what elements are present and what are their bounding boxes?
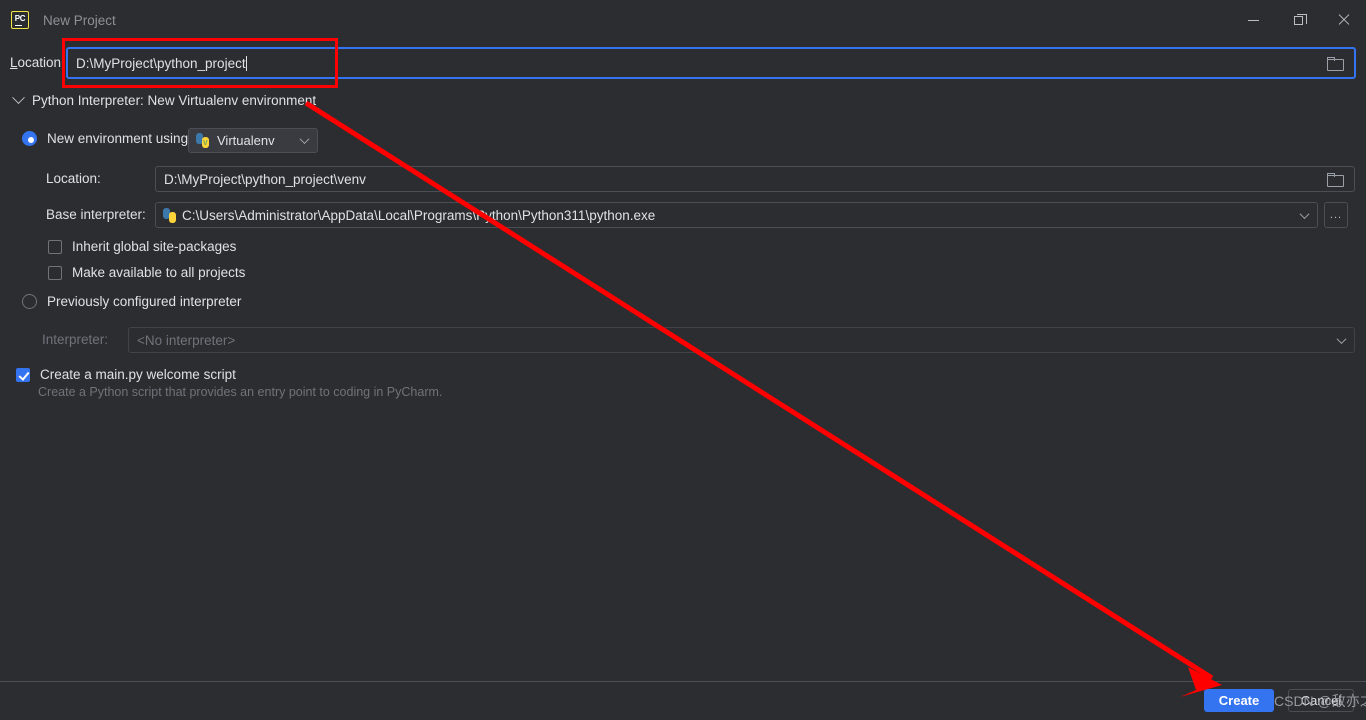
inherit-site-packages-label: Inherit global site-packages (72, 239, 237, 254)
close-icon (1338, 14, 1350, 26)
interpreter-section-title: Python Interpreter: New Virtualenv envir… (32, 93, 317, 108)
interpreter-label: Interpreter: (42, 332, 109, 347)
venv-location-input[interactable]: D:\MyProject\python_project\venv (155, 166, 1355, 192)
chevron-down-icon (1299, 208, 1310, 219)
new-project-dialog: PC New Project Location D:\MyProject\pyt… (0, 0, 1366, 720)
base-interpreter-label: Base interpreter: (46, 207, 146, 222)
location-value: D:\MyProject\python_project (76, 55, 246, 71)
pycharm-logo-icon: PC (11, 11, 29, 29)
new-environment-radio[interactable] (22, 131, 37, 146)
previous-interpreter-radio[interactable] (22, 294, 37, 309)
interpreter-select[interactable]: <No interpreter> (128, 327, 1355, 353)
base-interpreter-browse-button[interactable]: ... (1324, 202, 1348, 228)
restore-icon (1294, 13, 1307, 25)
create-main-script-row[interactable]: Create a main.py welcome script (16, 367, 236, 382)
python-virtualenv-icon: V (195, 133, 210, 148)
close-button[interactable] (1321, 0, 1366, 40)
venv-location-label: Location: (46, 171, 101, 186)
chevron-down-icon (299, 134, 310, 145)
create-main-script-checkbox[interactable] (16, 367, 30, 382)
create-button[interactable]: Create (1204, 689, 1274, 712)
environment-type-value: Virtualenv (217, 133, 275, 148)
location-input[interactable]: D:\MyProject\python_project (66, 47, 1356, 79)
maximize-button[interactable] (1276, 0, 1321, 40)
previous-interpreter-radio-row[interactable]: Previously configured interpreter (22, 294, 241, 309)
create-main-script-label: Create a main.py welcome script (40, 367, 236, 382)
previous-interpreter-label: Previously configured interpreter (47, 294, 242, 309)
folder-icon[interactable] (1327, 57, 1344, 71)
annotation-arrow (304, 100, 1222, 697)
base-interpreter-select[interactable]: C:\Users\Administrator\AppData\Local\Pro… (155, 202, 1318, 228)
cancel-button[interactable]: Cancel (1288, 689, 1354, 712)
folder-icon[interactable] (1327, 173, 1344, 187)
python-icon (162, 207, 177, 223)
new-environment-radio-row[interactable]: New environment using (22, 131, 188, 146)
interpreter-value: <No interpreter> (137, 332, 236, 348)
location-label: Location (10, 55, 62, 70)
base-interpreter-value: C:\Users\Administrator\AppData\Local\Pro… (182, 207, 656, 223)
chevron-down-icon (1336, 333, 1347, 344)
interpreter-section-header[interactable]: Python Interpreter: New Virtualenv envir… (12, 91, 317, 108)
inherit-site-packages-checkbox[interactable] (48, 239, 62, 254)
title-bar: PC New Project (0, 0, 1366, 40)
make-available-all-projects-row[interactable]: Make available to all projects (48, 265, 245, 280)
chevron-down-icon (12, 91, 25, 105)
text-caret (245, 55, 247, 71)
create-main-script-hint: Create a Python script that provides an … (38, 385, 443, 399)
minimize-button[interactable] (1231, 0, 1276, 40)
make-available-all-projects-label: Make available to all projects (72, 265, 246, 280)
pycharm-logo-text: PC (14, 14, 26, 23)
make-available-all-projects-checkbox[interactable] (48, 265, 62, 280)
window-title: New Project (43, 12, 116, 28)
footer-divider (0, 681, 1366, 682)
venv-location-value: D:\MyProject\python_project\venv (164, 171, 366, 187)
minimize-icon (1248, 19, 1259, 21)
inherit-site-packages-row[interactable]: Inherit global site-packages (48, 239, 236, 254)
new-environment-label: New environment using (47, 131, 189, 146)
environment-type-select[interactable]: V Virtualenv (188, 128, 318, 153)
window-controls (1231, 0, 1366, 40)
